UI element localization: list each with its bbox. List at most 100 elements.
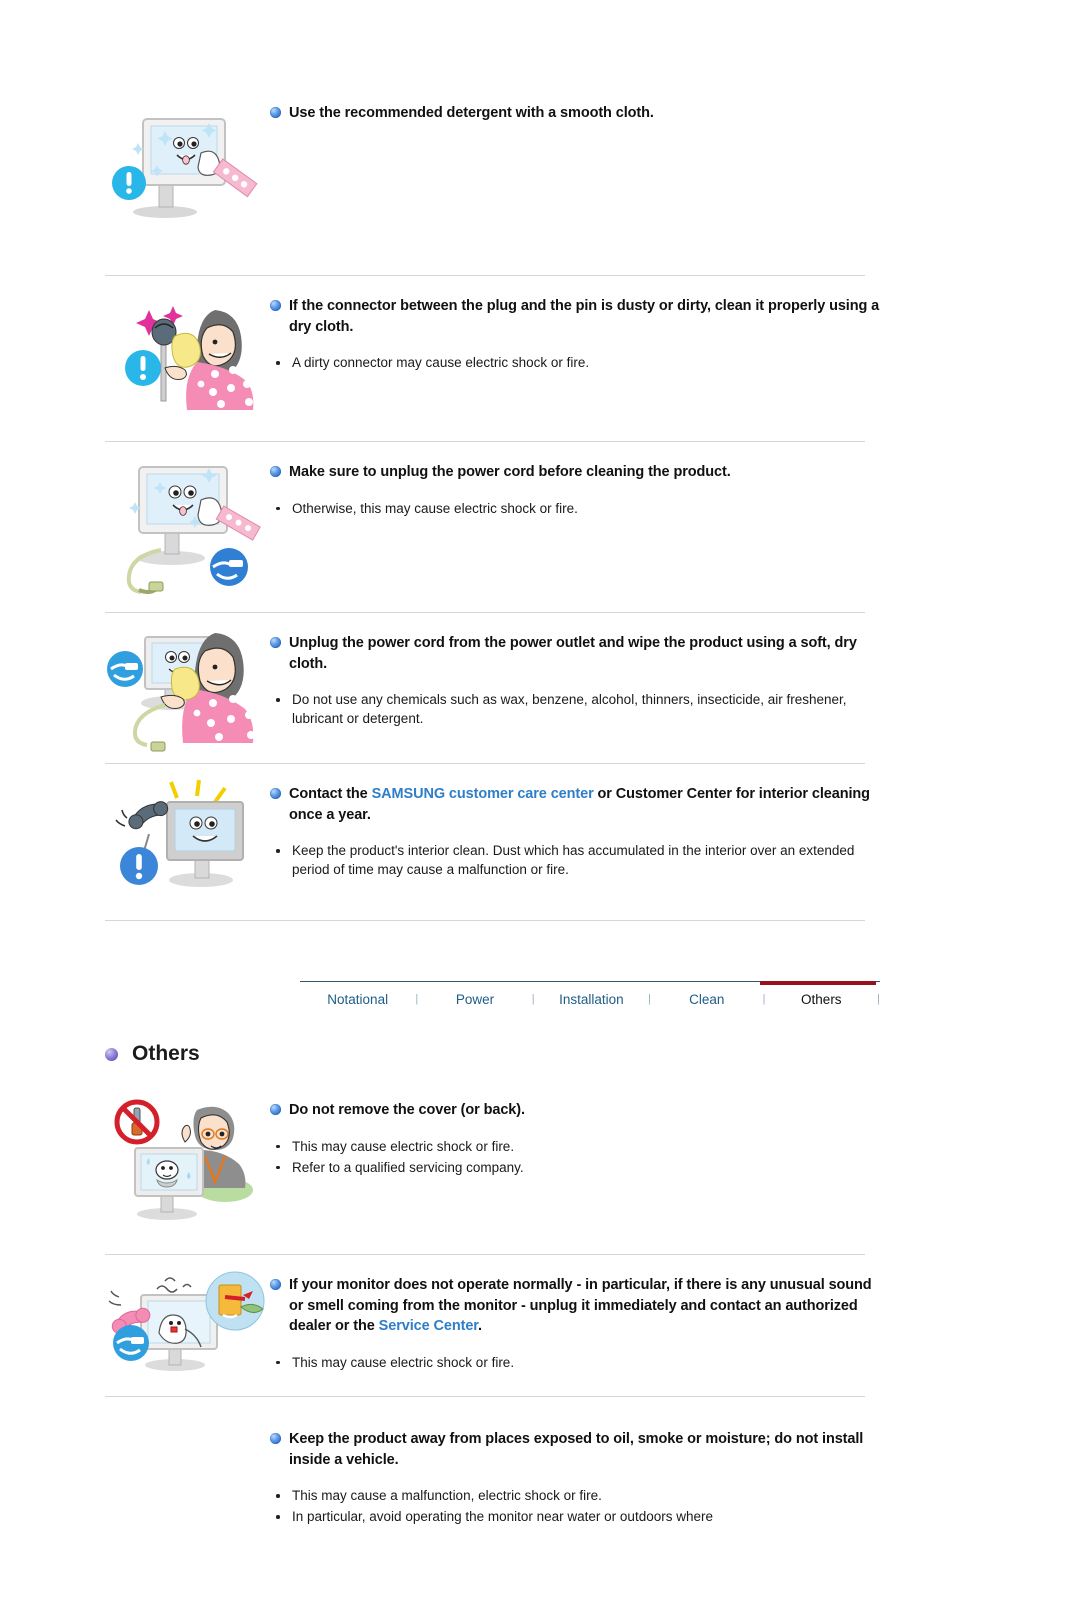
figure-monitor-with-unplugged-cord	[105, 454, 270, 604]
heading-abnormal-operation: If your monitor does not operate normall…	[270, 1275, 1080, 1337]
bullet-list: Keep the product's interior clean. Dust …	[270, 841, 1080, 879]
divider	[105, 1254, 865, 1255]
text-oil-smoke-moisture: Keep the product away from places expose…	[270, 1421, 1080, 1528]
heading-text: Do not remove the cover (or back).	[289, 1100, 525, 1121]
blue-sphere-bullet-icon	[270, 1279, 281, 1290]
heading-pre: If your monitor does not operate normall…	[289, 1277, 872, 1335]
divider	[105, 1396, 865, 1397]
figure-smoking-monitor-with-phone	[105, 1267, 270, 1382]
page-title: Others	[132, 1042, 200, 1065]
figure-woman-wiping-monitor	[105, 625, 270, 755]
list-item: Otherwise, this may cause electric shock…	[270, 499, 892, 518]
text-soft-dry-cloth: Unplug the power cord from the power out…	[270, 625, 1080, 730]
list-item: This may cause a malfunction, electric s…	[270, 1486, 892, 1505]
illustration-monitor-cord	[126, 466, 261, 594]
heading-pre: Make sure to unplug the power cord befor…	[289, 464, 731, 480]
divider	[105, 275, 865, 276]
figure-no-screwdriver-technician	[105, 1092, 270, 1232]
heading-text: Unplug the power cord from the power out…	[289, 633, 889, 674]
heading-text: Contact the SAMSUNG customer care center…	[289, 784, 889, 825]
bullet-list: Otherwise, this may cause electric shock…	[270, 499, 1080, 518]
heading-pre: Unplug the power cord from the power out…	[289, 635, 857, 672]
divider	[105, 763, 865, 764]
heading-pre: If the connector between the plug and th…	[289, 298, 880, 335]
safety-item-unplug-before-clean: Make sure to unplug the power cord befor…	[0, 454, 1080, 604]
text-connector: If the connector between the plug and th…	[270, 288, 1080, 374]
heading-pre: Use the recommended detergent with a smo…	[289, 105, 654, 121]
list-item: This may cause electric shock or fire.	[270, 1353, 892, 1372]
section-heading-others: Others	[105, 1042, 1080, 1066]
heading-do-not-remove-cover: Do not remove the cover (or back).	[270, 1100, 1080, 1121]
list-item: Keep the product's interior clean. Dust …	[270, 841, 892, 879]
heading-detergent: Use the recommended detergent with a smo…	[270, 103, 1080, 124]
figure-monitor-wiped-with-cloth	[105, 95, 270, 225]
heading-soft-dry-cloth: Unplug the power cord from the power out…	[270, 633, 1080, 674]
heading-text: If your monitor does not operate normall…	[289, 1275, 889, 1337]
tab-power[interactable]: Power	[418, 992, 532, 1007]
tab-list: Notational | Power | Installation | Clea…	[300, 982, 880, 1016]
illustration-monitor-phone	[115, 779, 244, 887]
blue-sphere-bullet-icon	[270, 1104, 281, 1115]
heading-text: Keep the product away from places expose…	[289, 1429, 889, 1470]
service-center-link[interactable]: Service Center	[379, 1318, 478, 1334]
list-item: This may cause electric shock or fire.	[270, 1137, 892, 1156]
bullet-list: Do not use any chemicals such as wax, be…	[270, 690, 1080, 728]
heading-text: Use the recommended detergent with a smo…	[289, 103, 654, 124]
section-tabbar: Notational | Power | Installation | Clea…	[300, 981, 880, 1016]
samsung-care-link[interactable]: SAMSUNG customer care center	[372, 786, 594, 802]
illustration-woman-wiping	[107, 633, 255, 752]
safety-item-oil-smoke-moisture: Keep the product away from places expose…	[0, 1421, 1080, 1528]
text-unplug-before-clean: Make sure to unplug the power cord befor…	[270, 454, 1080, 520]
text-service-center-yearly: Contact the SAMSUNG customer care center…	[270, 776, 1080, 881]
list-item: In particular, avoid operating the monit…	[270, 1507, 892, 1526]
illustration-no-screwdriver	[114, 1099, 253, 1220]
bullet-list: This may cause a malfunction, electric s…	[270, 1486, 1080, 1526]
text-do-not-remove-cover: Do not remove the cover (or back). This …	[270, 1092, 1080, 1179]
safety-item-do-not-remove-cover: Do not remove the cover (or back). This …	[0, 1092, 1080, 1232]
safety-item-soft-dry-cloth: Unplug the power cord from the power out…	[0, 625, 1080, 755]
text-abnormal-operation: If your monitor does not operate normall…	[270, 1267, 1080, 1374]
figure-monitor-with-telephone	[105, 776, 270, 906]
bullet-list: This may cause electric shock or fire.	[270, 1353, 1080, 1372]
divider	[105, 612, 865, 613]
illustration-smoking-monitor	[108, 1271, 265, 1371]
heading-oil-smoke-moisture: Keep the product away from places expose…	[270, 1429, 1080, 1470]
blue-sphere-bullet-icon	[270, 107, 281, 118]
blue-sphere-bullet-icon	[270, 637, 281, 648]
purple-sphere-bullet-icon	[105, 1047, 118, 1061]
heading-connector: If the connector between the plug and th…	[270, 296, 1080, 337]
tab-others[interactable]: Others	[765, 992, 877, 1007]
text-detergent: Use the recommended detergent with a smo…	[270, 95, 1080, 124]
active-tab-accent	[760, 981, 876, 985]
list-item: Do not use any chemicals such as wax, be…	[270, 690, 892, 728]
heading-pre: Do not remove the cover (or back).	[289, 1102, 525, 1118]
blue-sphere-bullet-icon	[270, 1433, 281, 1444]
divider	[105, 441, 865, 442]
list-item: A dirty connector may cause electric sho…	[270, 353, 892, 372]
heading-pre: Keep the product away from places expose…	[289, 1431, 864, 1468]
blue-sphere-bullet-icon	[270, 788, 281, 799]
heading-text: Make sure to unplug the power cord befor…	[289, 462, 731, 483]
safety-item-connector: If the connector between the plug and th…	[0, 288, 1080, 413]
manual-page: Use the recommended detergent with a smo…	[0, 95, 1080, 1623]
bullet-list: This may cause electric shock or fire. R…	[270, 1137, 1080, 1177]
tab-clean[interactable]: Clean	[651, 992, 763, 1007]
heading-post: .	[478, 1318, 482, 1335]
blue-sphere-bullet-icon	[270, 466, 281, 477]
heading-service-center-yearly: Contact the SAMSUNG customer care center…	[270, 784, 1080, 825]
list-item: Refer to a qualified servicing company.	[270, 1158, 892, 1177]
safety-item-detergent: Use the recommended detergent with a smo…	[0, 95, 1080, 225]
bullet-list: A dirty connector may cause electric sho…	[270, 353, 1080, 372]
tab-notational[interactable]: Notational	[300, 992, 415, 1007]
heading-text: If the connector between the plug and th…	[289, 296, 889, 337]
tab-separator: |	[877, 993, 880, 1005]
blue-sphere-bullet-icon	[270, 300, 281, 311]
figure-woman-cleaning-plug	[105, 288, 270, 413]
heading-pre: Contact the	[289, 786, 372, 802]
illustration-woman-plug	[125, 306, 254, 410]
safety-item-service-center-yearly: Contact the SAMSUNG customer care center…	[0, 776, 1080, 906]
illustration-monitor-cloth	[112, 118, 258, 218]
divider	[105, 920, 865, 921]
tab-installation[interactable]: Installation	[535, 992, 649, 1007]
heading-unplug-before-clean: Make sure to unplug the power cord befor…	[270, 462, 1080, 483]
